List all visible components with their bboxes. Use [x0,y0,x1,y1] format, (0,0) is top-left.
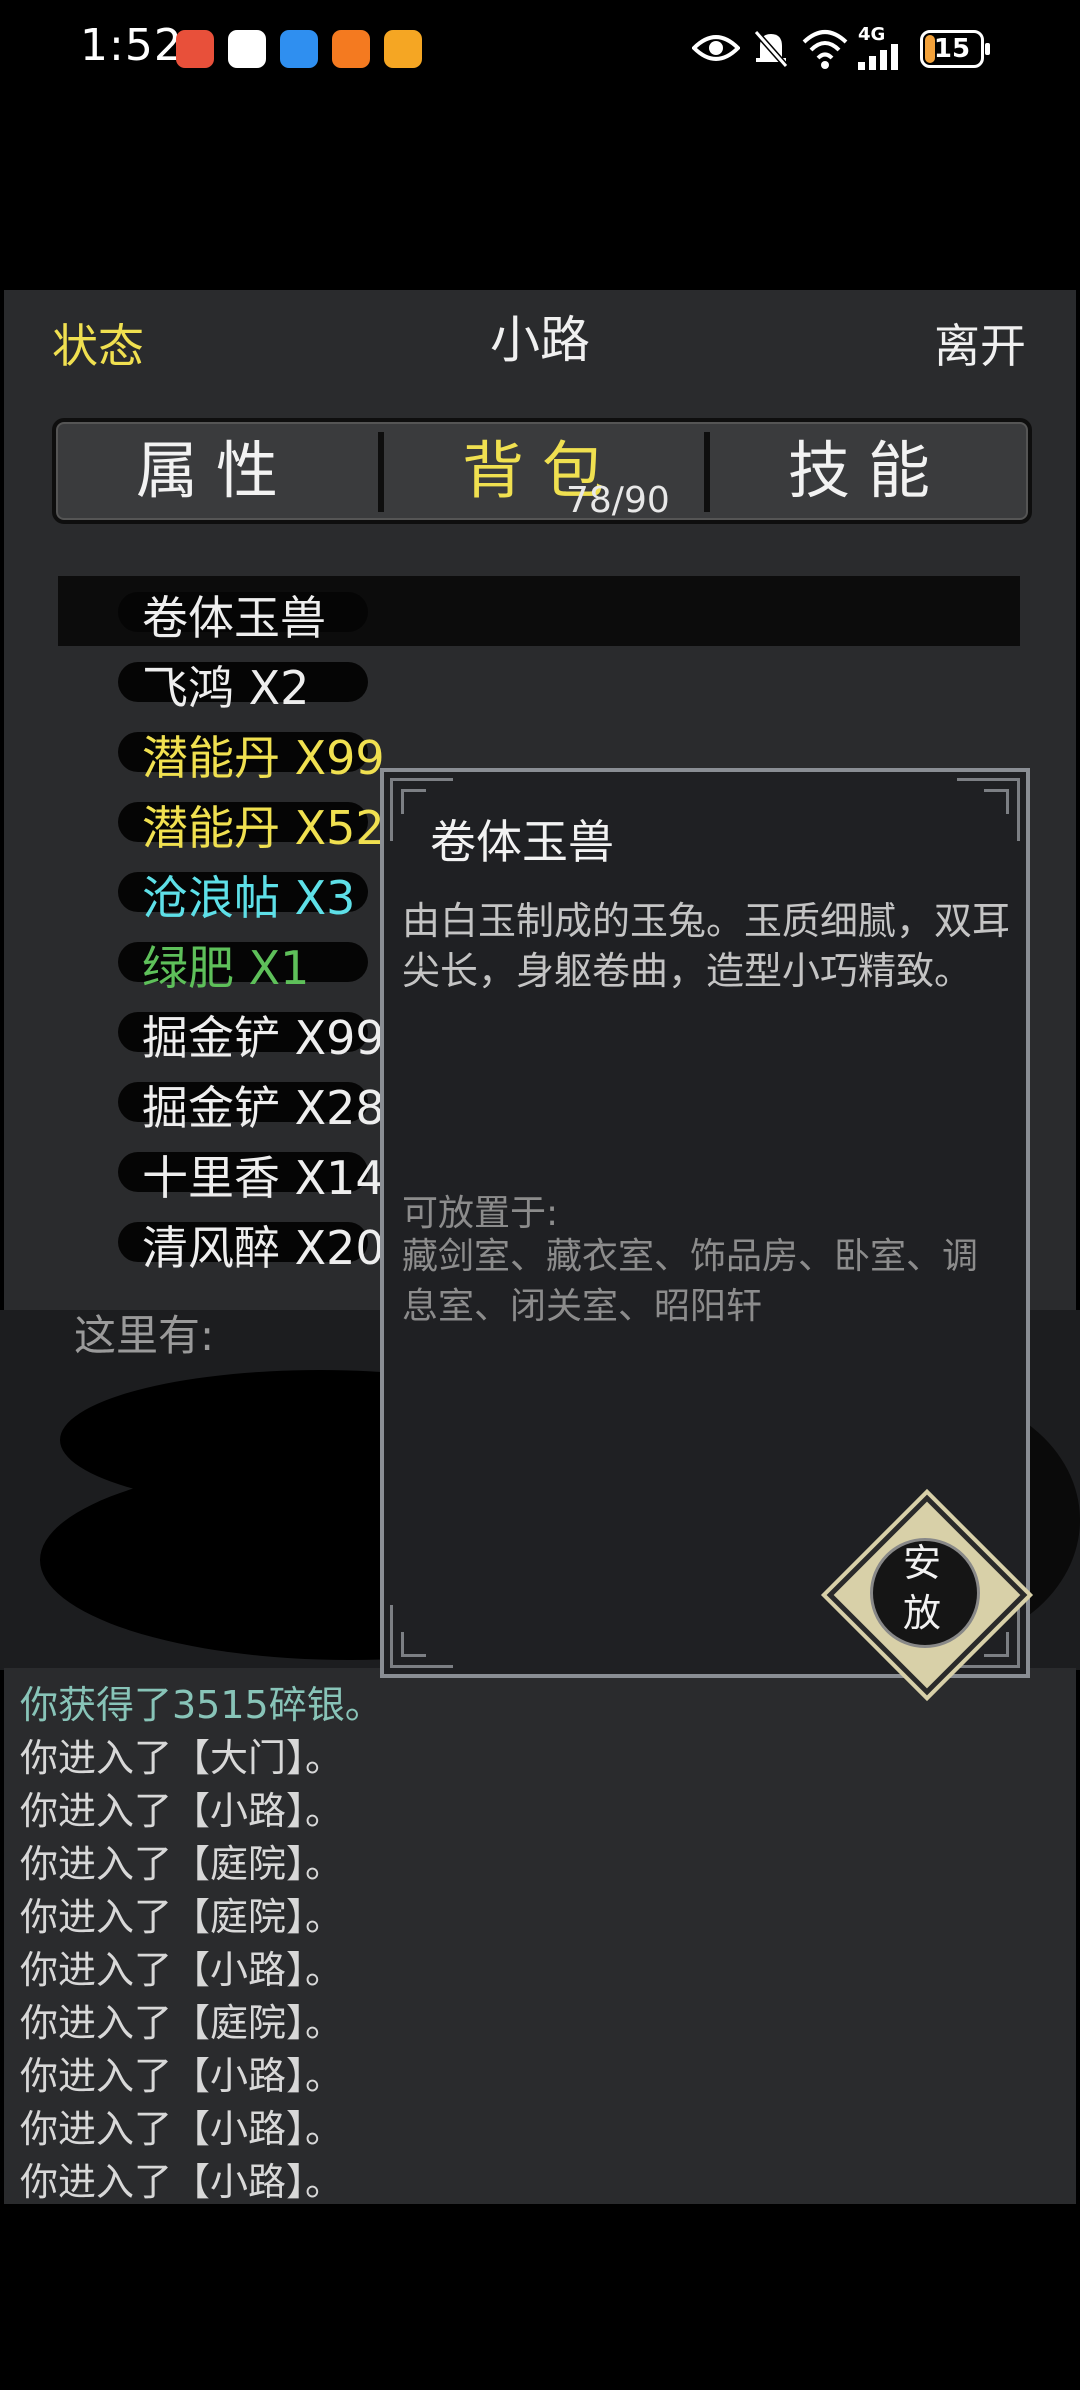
log-line: 你进入了【小路】。 [20,2054,344,2098]
missed-call-icon [176,30,214,68]
message-log: 你获得了3515碎银。 你进入了【大门】。 你进入了【小路】。 你进入了【庭院】… [4,1668,1076,2204]
bag-item-name: 沧浪帖 X3 [142,871,356,925]
bag-item-name: 潜能丹 X99 [142,731,385,785]
corner-ornament [390,1605,453,1668]
tab-attributes[interactable]: 属性 [56,422,376,520]
log-line: 你获得了3515碎银。 [20,1683,383,1727]
here-label: 这里有: [74,1311,215,1360]
wifi-icon [802,30,848,69]
location-title: 小路 [490,311,590,369]
bag-item-name: 清风醉 X20 [142,1221,385,1275]
place-button-line1: 安 [902,1541,941,1585]
bag-item-name: 掘金铲 X99 [142,1011,385,1065]
bag-item-name: 潜能丹 X52 [142,801,385,855]
coupon-app-icon [384,30,422,68]
log-line: 你进入了【庭院】。 [20,1895,344,1939]
qq-icon [228,30,266,68]
log-line: 你进入了【小路】。 [20,1789,344,1833]
mute-icon [753,30,789,68]
log-line: 你进入了【小路】。 [20,2160,344,2204]
message-icon [280,30,318,68]
place-button-label: 安 放 [822,1538,1022,1638]
placeable-label: 可放置于: [402,1193,559,1234]
status-bar: 1:52 4G 15 [0,0,1080,100]
battery-level: 15 [933,34,971,64]
item-description: 由白玉制成的玉兔。玉质细腻，双耳尖长，身躯卷曲，造型小巧精致。 [402,899,1011,993]
corner-ornament [957,778,1020,841]
bag-item[interactable]: 飞鸿 X2 [58,646,1020,716]
leave-button[interactable]: 离开 [934,310,1026,376]
bag-item-name: 十里香 X14 [142,1151,385,1205]
eye-comfort-icon [692,35,740,61]
bag-item[interactable]: 卷体玉兽 [58,576,1020,646]
bag-item-name: 卷体玉兽 [142,591,326,645]
tab-skills[interactable]: 技能 [708,422,1028,520]
log-line: 你进入了【小路】。 [20,2107,344,2151]
bag-item-name: 飞鸿 X2 [142,661,310,715]
bag-capacity: 78/90 [566,480,670,521]
log-line: 你进入了【庭院】。 [20,2001,344,2045]
log-line: 你进入了【庭院】。 [20,1842,344,1886]
place-button[interactable]: 安 放 [822,1490,1028,1696]
log-line: 你进入了【大门】。 [20,1736,344,1780]
bag-item-name: 绿肥 X1 [142,941,310,995]
place-button-line2: 放 [902,1591,941,1635]
placeable-rooms: 藏剑室、藏衣室、饰品房、卧室、调息室、闭关室、昭阳轩 [402,1236,979,1327]
taobao-flash-icon [332,30,370,68]
bag-item-name: 掘金铲 X28 [142,1081,385,1135]
log-line: 你进入了【小路】。 [20,1948,344,1992]
status-time: 1:52 [80,20,183,71]
tab-bar: 属性 背包 技能 [52,418,1032,524]
item-title: 卷体玉兽 [430,815,614,869]
battery-icon: 15 [920,30,990,68]
signal-icon [858,44,898,70]
item-detail-popup: 卷体玉兽 由白玉制成的玉兔。玉质细腻，双耳尖长，身躯卷曲，造型小巧精致。 可放置… [380,768,1030,1696]
